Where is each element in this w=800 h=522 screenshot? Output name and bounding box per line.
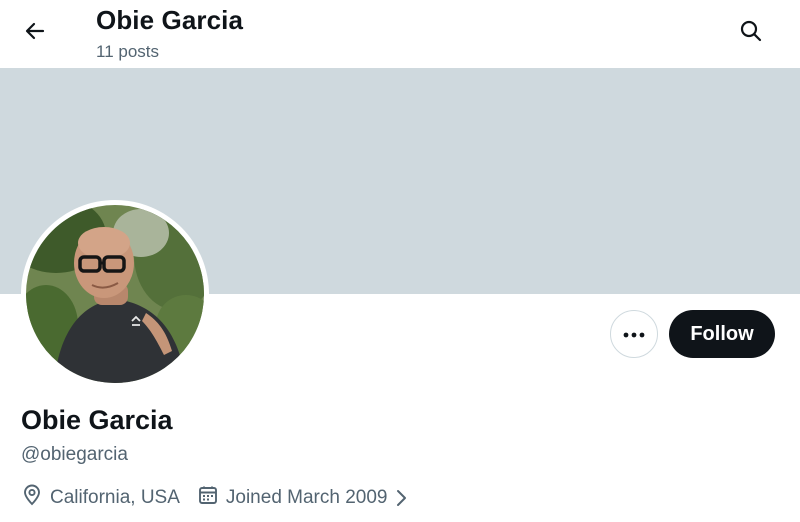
chevron-right-icon[interactable] bbox=[395, 489, 414, 507]
more-options-button[interactable] bbox=[610, 310, 658, 358]
page-title: Obie Garcia bbox=[96, 5, 244, 35]
avatar-photo bbox=[26, 205, 204, 383]
profile-meta: California, USA Joined March 2009 bbox=[21, 484, 414, 512]
top-bar: Obie Garcia 11 posts bbox=[0, 0, 800, 68]
profile-joined: Joined March 2009 bbox=[197, 484, 414, 512]
location-pin-icon bbox=[21, 484, 50, 512]
profile-handle: @obiegarcia bbox=[21, 444, 128, 465]
location-text: California, USA bbox=[50, 487, 180, 508]
avatar[interactable] bbox=[21, 200, 209, 388]
more-horizontal-icon bbox=[623, 325, 645, 343]
posts-count: 11 posts bbox=[96, 42, 160, 61]
joined-text: Joined March 2009 bbox=[225, 487, 388, 508]
profile-location: California, USA bbox=[21, 484, 180, 512]
search-icon bbox=[739, 19, 763, 48]
calendar-icon bbox=[197, 484, 226, 512]
search-button[interactable] bbox=[732, 14, 770, 52]
back-button[interactable] bbox=[16, 14, 54, 52]
profile-display-name: Obie Garcia bbox=[21, 405, 173, 435]
follow-button[interactable]: Follow bbox=[669, 310, 775, 358]
arrow-left-icon bbox=[23, 19, 47, 48]
